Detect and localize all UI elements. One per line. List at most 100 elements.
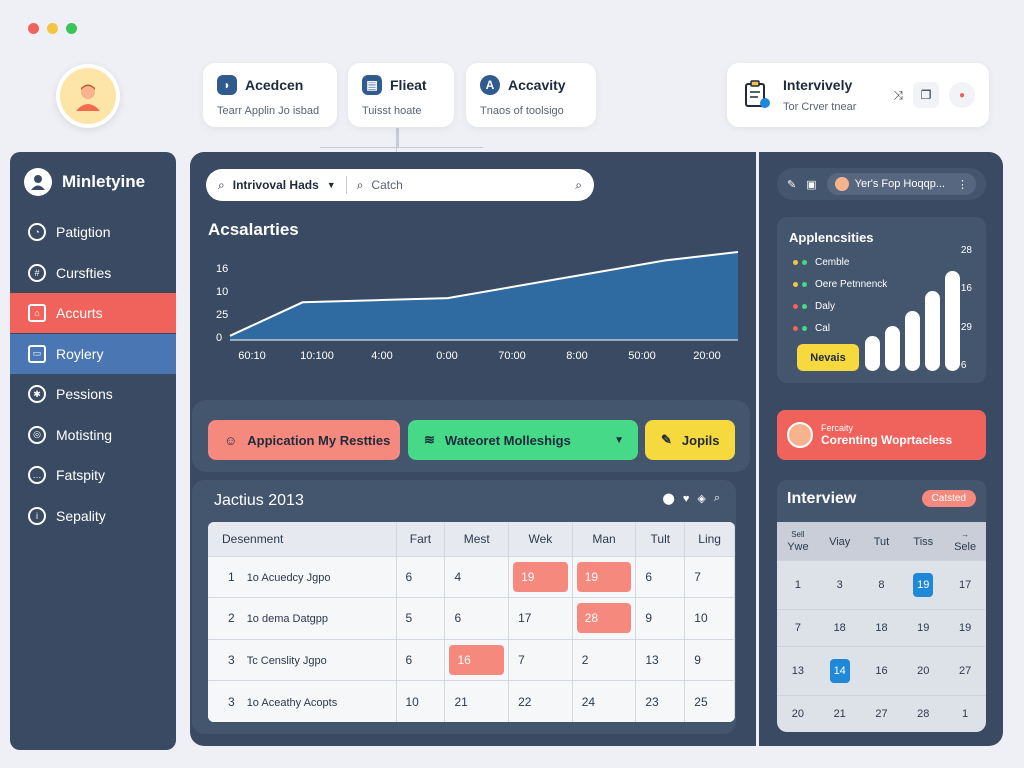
table-row[interactable]: 3 1o Aceathy Acopts 10 21 22 24 23 25 (208, 680, 735, 722)
sidebar-item-accurts[interactable]: ⌂ Accurts (10, 293, 176, 333)
column-header[interactable]: Wek (508, 522, 573, 556)
search-bar[interactable]: ⌕ Intrivoval Hads ▼ ⌕ Catch ⌕ (206, 169, 594, 201)
sidebar-item-patigtion[interactable]: ◔ Patigtion (10, 212, 176, 252)
heart-icon[interactable]: ♥ (683, 493, 690, 505)
promo-banner[interactable]: Fercaity Corenting Woprtacless (777, 410, 986, 460)
sidebar-item-sepality[interactable]: i Sepality (10, 496, 176, 536)
calendar-day[interactable]: 1 (944, 695, 986, 732)
calendar-day[interactable]: 8 (860, 560, 903, 609)
table-row[interactable]: 2 1o dema Datgpp 5 6 17 28 9 10 (208, 597, 735, 639)
calendar-day[interactable]: 18 (860, 609, 903, 646)
card-interview[interactable]: Intervively Tor Crver tnear ⤨ ❐ ● (727, 63, 989, 127)
table-cell[interactable]: 10 (684, 597, 735, 639)
image-icon[interactable]: ▣ (806, 178, 816, 191)
shield-icon[interactable]: ◈ (697, 492, 705, 505)
table-row[interactable]: 1 1o Acuedcy Jgpo 6 4 19 19 6 7 (208, 555, 735, 598)
column-header[interactable]: Ling (684, 522, 735, 556)
close-dot[interactable] (28, 23, 39, 34)
calendar-day[interactable]: 19 (902, 560, 945, 609)
calendar-day[interactable]: 14 (818, 646, 861, 695)
table-cell[interactable]: 16 (444, 638, 510, 681)
column-header[interactable]: Desenment (208, 522, 397, 556)
calendar-day[interactable]: 20 (777, 695, 819, 732)
table-cell[interactable]: 21 (444, 680, 510, 722)
calendar-day[interactable]: 3 (818, 560, 861, 609)
card-file[interactable]: ▤ Flieat Tuisst hoate (348, 63, 454, 127)
status-badge[interactable]: Catsted (921, 490, 976, 507)
calendar-day[interactable]: 13 (777, 646, 819, 695)
user-icon: ◗ (217, 75, 237, 95)
applications-button[interactable]: ☺ Appication My Restties (208, 420, 400, 460)
column-header[interactable]: Mest (444, 522, 510, 556)
shuffle-icon[interactable]: ⤨ (893, 88, 903, 103)
table-cell[interactable]: 17 (508, 597, 573, 639)
search-icon[interactable]: ⌕ (714, 492, 720, 505)
table-cell[interactable]: 10 (396, 680, 446, 722)
wave-icon: ≋ (424, 432, 435, 447)
search-submit-icon[interactable]: ⌕ (575, 178, 582, 193)
card-account[interactable]: ◗ Acedcen Tearr Applin Jo isbad (203, 63, 337, 127)
calendar-day[interactable]: 17 (944, 560, 986, 609)
sidebar-item-pessions[interactable]: ✱ Pessions (10, 374, 176, 414)
calendar-day[interactable]: 1 (777, 560, 819, 609)
table-cell[interactable]: 7 (508, 638, 573, 681)
edit-icon[interactable]: ✎ (787, 178, 796, 191)
chevron-down-icon[interactable]: ▼ (327, 180, 336, 190)
maximize-dot[interactable] (66, 23, 77, 34)
table-cell[interactable]: 6 (396, 555, 446, 598)
calendar-day[interactable]: 20 (902, 646, 945, 695)
table-cell[interactable]: 4 (444, 555, 510, 598)
table-cell[interactable]: 9 (635, 597, 686, 639)
folder-icon: ▭ (28, 344, 46, 363)
sidebar-item-fatspity[interactable]: … Fatspity (10, 455, 176, 495)
calendar-day[interactable]: 19 (944, 609, 986, 646)
table-cell[interactable]: 7 (684, 555, 735, 598)
home-icon: ⌂ (28, 304, 46, 322)
table-cell[interactable]: 23 (635, 680, 686, 722)
calendar-day[interactable]: 21 (818, 695, 861, 732)
calendar-day[interactable]: 19 (902, 609, 945, 646)
more-icon[interactable]: ⋮ (957, 178, 968, 191)
sidebar-item-motisting[interactable]: ◎ Motisting (10, 415, 176, 455)
calendar-day[interactable]: 27 (860, 695, 903, 732)
nevais-button[interactable]: Nevais (797, 344, 859, 371)
chat-icon: … (28, 466, 46, 484)
search-dropdown[interactable]: Intrivoval Hads (233, 178, 319, 192)
tick-label: 16 (960, 283, 972, 295)
meetings-button[interactable]: ≋ Wateoret Molleshigs ▼ (408, 420, 638, 460)
search-input[interactable]: Catch (371, 178, 575, 192)
table-cell[interactable]: 5 (396, 597, 446, 639)
profile-avatar[interactable] (56, 64, 120, 128)
calendar-day[interactable]: 7 (777, 609, 819, 646)
card-activity[interactable]: A Accavity Tnaos of toolsigo (466, 63, 596, 127)
column-header[interactable]: Tult (635, 522, 686, 556)
minimize-dot[interactable] (47, 23, 58, 34)
table-cell[interactable]: 13 (635, 638, 686, 681)
table-row[interactable]: 3 Tc Censlity Jgpo 6 16 7 2 13 9 (208, 638, 735, 681)
toggle-icon[interactable]: ⬤ (663, 492, 675, 505)
copy-icon[interactable]: ❐ (913, 82, 939, 108)
table-cell[interactable]: 19 (508, 555, 573, 598)
table-cell[interactable]: 6 (444, 597, 510, 639)
user-chip[interactable]: Yer's Fop Hoqqp... ⋮ (826, 173, 976, 195)
column-header[interactable]: Man (572, 522, 637, 556)
record-icon[interactable]: ● (949, 82, 975, 108)
table-cell[interactable]: 2 (572, 638, 637, 681)
calendar-day[interactable]: 27 (944, 646, 986, 695)
sidebar-item-cursfties[interactable]: # Cursfties (10, 253, 176, 293)
calendar-day[interactable]: 18 (818, 609, 861, 646)
table-cell[interactable]: 19 (572, 555, 637, 598)
sidebar-item-roylery[interactable]: ▭ Roylery (10, 333, 176, 374)
column-header[interactable]: Fart (396, 522, 446, 556)
calendar-day[interactable]: 28 (902, 695, 945, 732)
table-cell[interactable]: 6 (635, 555, 686, 598)
table-cell[interactable]: 22 (508, 680, 573, 722)
table-cell[interactable]: 25 (684, 680, 735, 722)
table-cell[interactable]: 28 (572, 597, 637, 639)
calendar-day[interactable]: 16 (860, 646, 903, 695)
table-cell[interactable]: 24 (572, 680, 637, 722)
table-cell[interactable]: 6 (396, 638, 446, 681)
chevron-down-icon[interactable]: ▼ (614, 435, 624, 446)
jobs-button[interactable]: ✎ Jopils (645, 420, 735, 460)
table-cell[interactable]: 9 (684, 638, 735, 681)
